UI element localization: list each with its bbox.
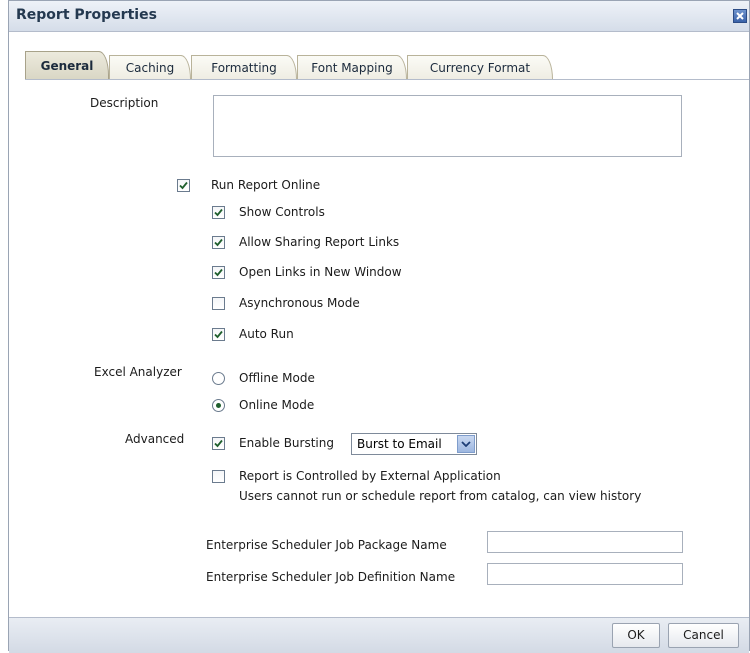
external-application-label: Report is Controlled by External Applica…	[239, 469, 501, 483]
excel-analyzer-label: Excel Analyzer	[94, 365, 182, 379]
tab-currency-format[interactable]: Currency Format	[407, 55, 553, 79]
job-package-name-input[interactable]	[487, 531, 683, 553]
cancel-button[interactable]: Cancel	[668, 623, 739, 648]
tab-formatting[interactable]: Formatting	[191, 55, 297, 79]
online-mode-label: Online Mode	[239, 398, 315, 412]
tab-font-mapping[interactable]: Font Mapping	[297, 55, 407, 79]
external-application-checkbox[interactable]	[212, 470, 225, 483]
tab-bar: General Caching Formatting Font Mapping …	[25, 45, 750, 80]
dialog-title: Report Properties	[16, 7, 157, 23]
radio-selected-dot	[216, 403, 221, 408]
tab-underline	[25, 79, 749, 80]
dialog-footer: OK Cancel	[9, 617, 749, 653]
job-package-name-label: Enterprise Scheduler Job Package Name	[206, 538, 447, 552]
external-application-note: Users cannot run or schedule report from…	[239, 489, 642, 503]
tab-caching-label: Caching	[125, 61, 175, 75]
allow-sharing-links-label: Allow Sharing Report Links	[239, 235, 400, 249]
enable-bursting-checkbox[interactable]	[212, 437, 225, 450]
advanced-label: Advanced	[125, 432, 185, 446]
online-mode-radio[interactable]	[212, 399, 225, 412]
tab-caching[interactable]: Caching	[109, 55, 191, 79]
offline-mode-label: Offline Mode	[239, 371, 315, 385]
show-controls-label: Show Controls	[239, 205, 325, 219]
tab-general-label: General	[40, 59, 94, 73]
offline-mode-radio[interactable]	[212, 372, 225, 385]
chevron-down-icon[interactable]	[457, 435, 475, 453]
close-icon[interactable]	[733, 9, 747, 23]
description-label: Description	[90, 96, 159, 110]
auto-run-checkbox[interactable]	[212, 328, 225, 341]
report-properties-dialog: Report Properties General Caching Format…	[8, 0, 750, 653]
job-definition-name-input[interactable]	[487, 563, 683, 585]
bursting-select-value: Burst to Email	[357, 437, 442, 451]
asynchronous-mode-checkbox[interactable]	[212, 297, 225, 310]
tab-formatting-label: Formatting	[211, 61, 277, 75]
asynchronous-mode-label: Asynchronous Mode	[239, 296, 360, 310]
tab-currency-format-label: Currency Format	[429, 61, 531, 75]
auto-run-label: Auto Run	[239, 327, 294, 341]
job-definition-name-label: Enterprise Scheduler Job Definition Name	[206, 570, 456, 584]
dialog-titlebar: Report Properties	[9, 1, 749, 32]
run-report-online-checkbox[interactable]	[177, 179, 190, 192]
allow-sharing-links-checkbox[interactable]	[212, 236, 225, 249]
run-report-online-label: Run Report Online	[211, 178, 321, 192]
open-links-new-window-checkbox[interactable]	[212, 266, 225, 279]
tab-font-mapping-label: Font Mapping	[311, 61, 393, 75]
show-controls-checkbox[interactable]	[212, 206, 225, 219]
ok-button[interactable]: OK	[612, 623, 660, 648]
tab-general[interactable]: General	[25, 51, 109, 80]
enable-bursting-label: Enable Bursting	[239, 436, 334, 450]
description-textarea[interactable]	[213, 95, 682, 157]
open-links-new-window-label: Open Links in New Window	[239, 265, 402, 279]
bursting-select[interactable]: Burst to Email	[351, 433, 477, 455]
